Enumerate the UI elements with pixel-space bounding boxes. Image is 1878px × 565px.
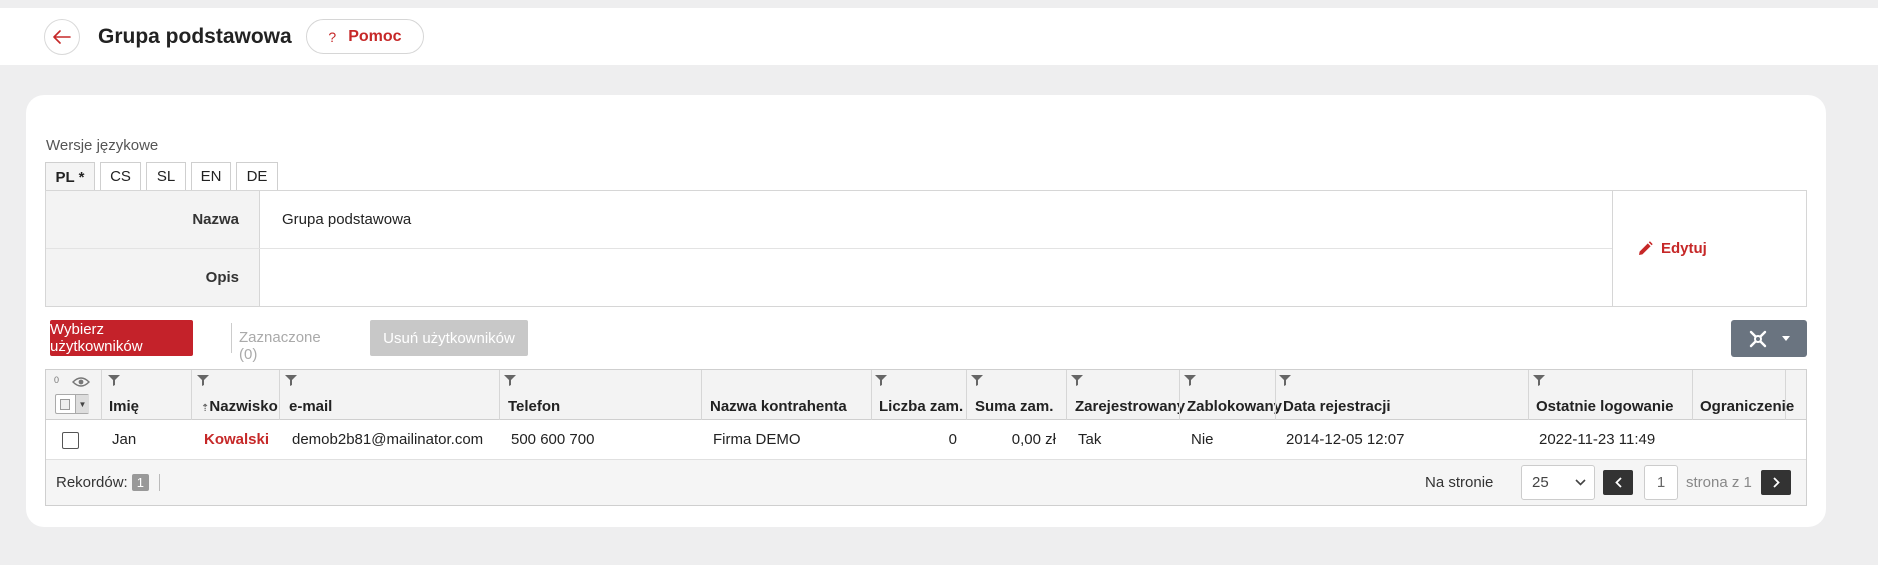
col-header-limit[interactable]: Ograniczenie	[1700, 398, 1794, 415]
selected-count-label: Zaznaczone (0)	[239, 329, 321, 363]
page-title: Grupa podstawowa	[98, 25, 292, 48]
page-input[interactable]: 1	[1644, 465, 1678, 500]
filter-icon[interactable]	[1279, 375, 1291, 386]
table-footer: Rekordów: 1 Na stronie 25 1 strona z 1	[46, 460, 1806, 505]
table-row[interactable]: Jan Kowalski demob2b81@mailinator.com 50…	[46, 420, 1806, 460]
tab-en[interactable]: EN	[191, 162, 231, 190]
records-badge: 1	[131, 474, 149, 491]
per-page-value: 25	[1532, 474, 1549, 491]
cell-blocked: Nie	[1191, 431, 1214, 448]
footer-divider	[159, 474, 160, 491]
page-of-label: strona z 1	[1686, 474, 1752, 491]
remove-users-button[interactable]: Usuń użytkowników	[370, 320, 528, 356]
arrow-left-icon	[53, 30, 71, 44]
cell-last-login: 2022-11-23 11:49	[1539, 431, 1656, 448]
main-card: Wersje językowe PL * CS SL EN DE Nazwa G…	[26, 95, 1826, 527]
next-page-button[interactable]	[1761, 470, 1791, 495]
name-value: Grupa podstawowa	[282, 211, 412, 228]
per-page-label: Na stronie	[1425, 474, 1494, 491]
caret-down-icon: ▼	[75, 395, 89, 413]
group-details-form: Nazwa Grupa podstawowa Opis Edytuj	[45, 190, 1807, 307]
help-button[interactable]: ? Pomoc	[306, 19, 424, 54]
col-header-last-name[interactable]: ⇡Nazwisko	[201, 398, 278, 415]
checkbox-icon	[60, 399, 70, 410]
records-count: Rekordów: 1	[56, 474, 149, 491]
cell-registration-date: 2014-12-05 12:07	[1286, 431, 1405, 448]
name-row: Nazwa Grupa podstawowa	[46, 191, 1612, 249]
col-header-blocked[interactable]: Zablokowany	[1187, 398, 1282, 415]
tab-de[interactable]: DE	[236, 162, 278, 190]
table-header: 0 ▼ Imię ⇡Nazwisko e-mail Telefon Nazwa …	[46, 370, 1806, 420]
filter-icon[interactable]	[971, 375, 983, 386]
tools-icon	[1749, 330, 1767, 347]
hidden-columns-count: 0	[54, 375, 60, 385]
question-icon: ?	[328, 28, 337, 45]
chevron-down-icon	[1575, 479, 1586, 486]
filter-icon[interactable]	[504, 375, 516, 386]
toolbar-divider	[231, 323, 232, 353]
cell-email: demob2b81@mailinator.com	[292, 431, 484, 448]
eye-icon[interactable]	[72, 376, 90, 388]
cell-last-name-link[interactable]: Kowalski	[204, 431, 269, 448]
description-row: Opis	[46, 249, 1612, 306]
tools-menu-button[interactable]	[1731, 320, 1807, 357]
filter-icon[interactable]	[1184, 375, 1196, 386]
filter-icon[interactable]	[197, 375, 209, 386]
cell-registered: Tak	[1078, 431, 1102, 448]
language-versions-label: Wersje językowe	[46, 137, 159, 154]
col-header-last-name-label: Nazwisko	[209, 398, 278, 415]
select-users-button[interactable]: Wybierz użytkowników	[50, 320, 193, 356]
page-header: Grupa podstawowa ? Pomoc	[0, 8, 1878, 65]
col-header-orders-count[interactable]: Liczba zam.	[879, 398, 963, 415]
description-label: Opis	[46, 249, 260, 306]
edit-label: Edytuj	[1661, 240, 1707, 257]
col-header-company[interactable]: Nazwa kontrahenta	[710, 398, 847, 415]
cell-orders-sum: 0,00 zł	[1011, 431, 1056, 448]
tab-pl[interactable]: PL *	[45, 162, 95, 191]
caret-down-icon	[1782, 335, 1790, 341]
edit-button[interactable]: Edytuj	[1612, 191, 1806, 306]
cell-orders-count: 0	[948, 431, 957, 448]
back-button[interactable]	[44, 19, 80, 55]
select-all-dropdown[interactable]: ▼	[55, 394, 89, 414]
top-strip	[0, 0, 1878, 8]
users-table: 0 ▼ Imię ⇡Nazwisko e-mail Telefon Nazwa …	[45, 369, 1807, 506]
prev-page-button[interactable]	[1603, 470, 1633, 495]
help-label: Pomoc	[348, 27, 402, 45]
filter-icon[interactable]	[108, 375, 120, 386]
tab-sl[interactable]: SL	[146, 162, 186, 190]
col-header-first-name[interactable]: Imię	[109, 398, 139, 415]
chevron-left-icon	[1614, 477, 1622, 488]
filter-icon[interactable]	[285, 375, 297, 386]
col-header-phone[interactable]: Telefon	[508, 398, 560, 415]
col-header-registered[interactable]: Zarejestrowany	[1075, 398, 1185, 415]
chevron-right-icon	[1772, 477, 1780, 488]
col-header-last-login[interactable]: Ostatnie logowanie	[1536, 398, 1674, 415]
filter-icon[interactable]	[875, 375, 887, 386]
name-label: Nazwa	[46, 191, 260, 248]
per-page-select[interactable]: 25	[1521, 465, 1595, 500]
cell-phone: 500 600 700	[511, 431, 595, 448]
cell-first-name: Jan	[112, 431, 137, 448]
filter-icon[interactable]	[1071, 375, 1083, 386]
tab-cs[interactable]: CS	[100, 162, 141, 190]
col-header-email[interactable]: e-mail	[289, 398, 332, 415]
pencil-icon	[1639, 240, 1653, 255]
row-checkbox[interactable]	[62, 432, 79, 449]
col-header-orders-sum[interactable]: Suma zam.	[975, 398, 1053, 415]
col-header-registration-date[interactable]: Data rejestracji	[1283, 398, 1391, 415]
filter-icon[interactable]	[1533, 375, 1545, 386]
cell-company: Firma DEMO	[713, 431, 801, 448]
records-label: Rekordów:	[56, 474, 128, 491]
